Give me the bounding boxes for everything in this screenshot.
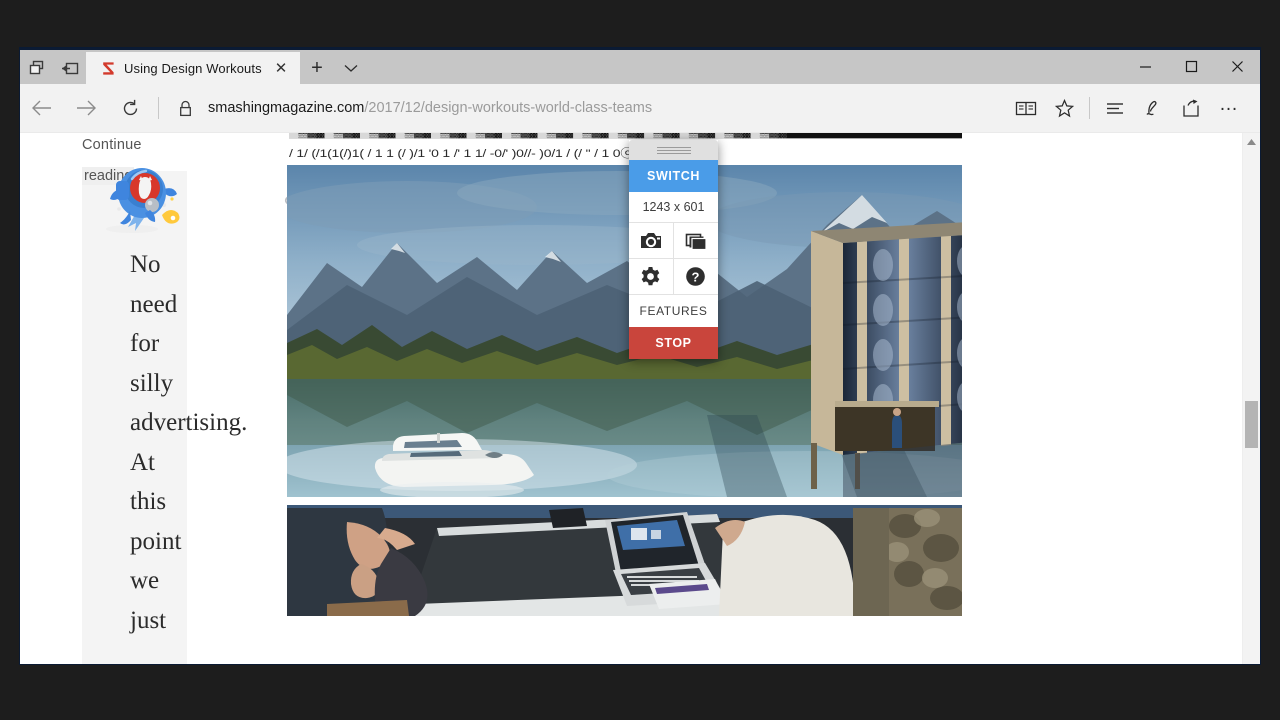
scrollbar-thumb[interactable] [1245,401,1258,448]
web-note-icon[interactable] [1134,88,1172,128]
browser-window: Using Design Workouts ✕ + smashingmagazi… [20,48,1260,664]
close-tab-icon[interactable]: ✕ [272,59,290,77]
gear-icon[interactable] [629,259,674,295]
tab-title: Using Design Workouts [124,60,262,76]
share-icon[interactable] [1172,88,1210,128]
layers-icon[interactable] [673,223,718,259]
big-word: advertising. [130,409,248,436]
people-at-desk-with-laptop-photo [287,505,962,616]
window-controls [1122,50,1260,82]
widget-drag-handle[interactable] [629,140,718,160]
big-word: this [130,488,167,515]
navbar-actions: … [1007,85,1260,131]
features-button[interactable]: FEATURES [629,295,718,327]
forward-button[interactable] [64,88,108,128]
screen-capture-widget: SWITCH 1243 x 601 ? FEATURES STOP [629,140,718,359]
big-word: need [130,290,178,318]
minimize-button[interactable] [1122,50,1168,82]
big-word: silly [130,369,174,397]
navbar-divider-2 [1089,97,1090,119]
compressed-text-line-1: █▓▒░█▓▒░█▓▒░█▓▒░█▓▒░█▓▒░█▓▒░█▓▒░█▓▒░█▓▒░… [289,133,962,139]
continue-label: Continue [82,137,142,153]
big-word: No [130,251,161,278]
url-host: smashingmagazine.com [208,100,365,116]
media-column: █▓▒░█▓▒░█▓▒░█▓▒░█▓▒░█▓▒░█▓▒░█▓▒░█▓▒░█▓▒░… [287,133,962,664]
maximize-button[interactable] [1168,50,1214,82]
reading-view-icon[interactable] [1007,88,1045,128]
lock-icon [165,88,205,128]
address-bar[interactable]: smashingmagazine.com/2017/12/design-work… [205,88,1007,128]
restore-tabs-icon[interactable] [53,52,86,84]
svg-text:?: ? [692,269,700,284]
browser-tab[interactable]: Using Design Workouts ✕ [86,52,300,84]
article-column: Continue reading No need for silly adver… [82,133,300,664]
big-word: point [130,527,182,555]
big-word: we [130,567,160,594]
navigation-bar: smashingmagazine.com/2017/12/design-work… [20,84,1260,133]
smashing-cat-rocket-illustration [102,155,192,237]
smashing-magazine-favicon [100,60,116,76]
chevron-down-icon[interactable] [334,52,368,84]
compressed-text-band: █▓▒░█▓▒░█▓▒░█▓▒░█▓▒░█▓▒░█▓▒░█▓▒░█▓▒░█▓▒░… [287,133,962,165]
scroll-up-arrow-icon[interactable] [1243,135,1260,149]
page-viewport: Continue reading No need for silly adver… [20,133,1260,664]
stop-button[interactable]: STOP [629,327,718,359]
close-window-button[interactable] [1214,50,1260,82]
more-settings-icon[interactable]: … [1210,85,1248,131]
big-word: just [130,606,167,634]
back-button[interactable] [20,88,64,128]
help-icon[interactable]: ? [673,259,718,295]
favorite-star-icon[interactable] [1045,88,1083,128]
big-word: At [130,448,155,476]
switch-button[interactable]: SWITCH [629,160,718,192]
page-scrollbar[interactable] [1242,133,1260,664]
lake-mountains-building-boat-photo [287,165,962,497]
compressed-text-line-2: / 1/ (/1(1(/)1( / 1 1 (/ )/1 '0 1 /' 1 1… [289,146,689,160]
article-big-words: No need for silly advertising. At this p… [130,245,247,640]
navbar-divider [158,97,159,119]
big-word: for [130,330,160,357]
desktop-background: Using Design Workouts ✕ + smashingmagazi… [0,0,1280,720]
hub-icon[interactable] [1096,88,1134,128]
tab-strip: Using Design Workouts ✕ + [20,48,1260,84]
dimensions-readout: 1243 x 601 [629,192,718,223]
set-tabs-aside-icon[interactable] [20,52,53,84]
drag-grip-icon [656,146,691,154]
url-path: /2017/12/design-workouts-world-class-tea… [364,100,653,116]
camera-icon[interactable] [629,223,674,259]
widget-action-grid: ? [629,223,718,295]
refresh-button[interactable] [108,88,152,128]
new-tab-button[interactable]: + [300,52,334,84]
